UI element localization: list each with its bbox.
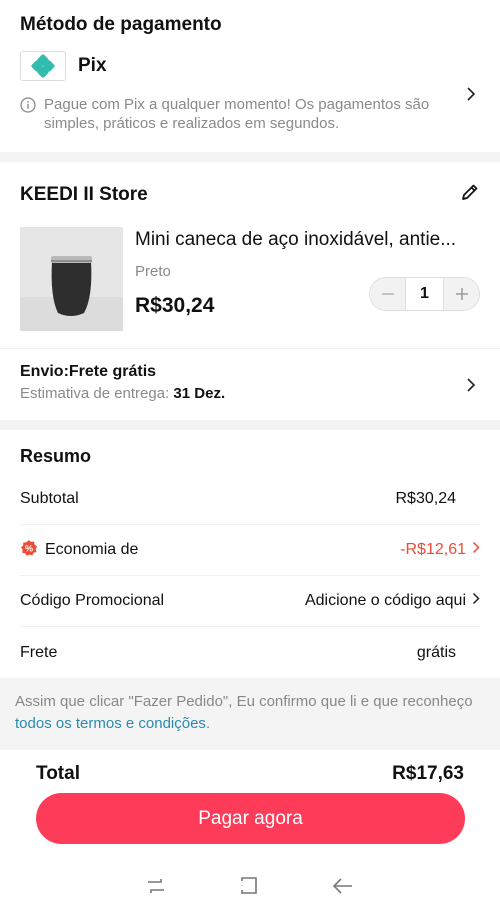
pay-now-button[interactable]: Pagar agora [36, 793, 465, 844]
pix-label: Pix [78, 55, 107, 76]
payment-section[interactable]: Método de pagamento Pix Pague com Pix a … [0, 0, 500, 152]
system-nav-bar [0, 866, 500, 910]
minus-icon [381, 293, 394, 295]
home-icon[interactable] [240, 876, 258, 900]
terms-link[interactable]: todos os termos e condições [15, 715, 206, 732]
discount-label: Economia de [45, 541, 139, 558]
pix-description: Pague com Pix a qualquer momento! Os pag… [44, 96, 430, 132]
recent-apps-icon[interactable] [147, 878, 165, 899]
subtotal-label: Subtotal [20, 490, 79, 507]
info-icon [20, 97, 36, 133]
subtotal-value: R$30,24 [395, 490, 457, 507]
total-label: Total [36, 763, 80, 784]
shipping-row[interactable]: Envio:Frete grátis Estimativa de entrega… [0, 348, 500, 416]
pix-option[interactable]: Pix [20, 51, 480, 81]
quantity-value[interactable]: 1 [405, 278, 444, 310]
payment-title: Método de pagamento [20, 14, 222, 35]
chevron-right-icon[interactable] [466, 86, 476, 107]
increment-button[interactable] [444, 278, 479, 310]
product-item[interactable]: Mini caneca de aço inoxidável, antie... … [0, 207, 500, 331]
summary-section: Resumo Subtotal R$30,24 % Economia de -R… [0, 430, 500, 678]
store-section: KEEDI II Store Mini caneca de aço inoxid… [0, 162, 500, 420]
svg-text:%: % [25, 543, 33, 553]
product-title[interactable]: Mini caneca de aço inoxidável, antie... [135, 229, 480, 251]
freight-value: grátis [416, 643, 456, 661]
promo-value[interactable]: Adicione o código aqui [305, 592, 466, 610]
quantity-stepper[interactable]: 1 [369, 277, 480, 311]
section-divider [0, 152, 500, 162]
delivery-estimate: Estimativa de entrega: 31 Dez. [20, 385, 480, 402]
subtotal-row: Subtotal R$30,24 [20, 474, 480, 525]
product-image[interactable] [20, 227, 123, 331]
promo-label: Código Promocional [20, 592, 165, 609]
shipping-method: Envio:Frete grátis [20, 363, 157, 380]
decrement-button[interactable] [370, 278, 405, 310]
terms-text: Assim que clicar "Fazer Pedido", Eu conf… [15, 693, 473, 710]
back-icon[interactable] [332, 877, 353, 899]
terms-notice: Assim que clicar "Fazer Pedido", Eu conf… [0, 678, 500, 750]
discount-value: -R$12,61 [400, 541, 466, 558]
discount-badge-icon: % [20, 539, 38, 562]
freight-label: Frete [20, 643, 58, 661]
section-divider [0, 420, 500, 430]
chevron-right-icon[interactable] [472, 592, 480, 610]
store-name: KEEDI II Store [20, 183, 148, 205]
pix-logo-icon [20, 51, 66, 81]
delivery-date: 31 Dez. [173, 385, 226, 402]
delivery-estimate-label: Estimativa de entrega: [20, 385, 174, 402]
total-row: Total R$17,63 [0, 750, 500, 798]
chevron-right-icon[interactable] [472, 541, 480, 559]
promo-code-row[interactable]: Código Promocional Adicione o código aqu… [20, 576, 480, 627]
chevron-right-icon[interactable] [466, 377, 476, 398]
edit-pencil-icon[interactable] [460, 182, 480, 207]
summary-title: Resumo [20, 446, 92, 466]
plus-icon [455, 288, 468, 300]
terms-end: . [205, 715, 211, 732]
total-value: R$17,63 [392, 763, 464, 784]
freight-row: Frete grátis [20, 627, 480, 678]
discount-row[interactable]: % Economia de -R$12,61 [20, 525, 480, 576]
